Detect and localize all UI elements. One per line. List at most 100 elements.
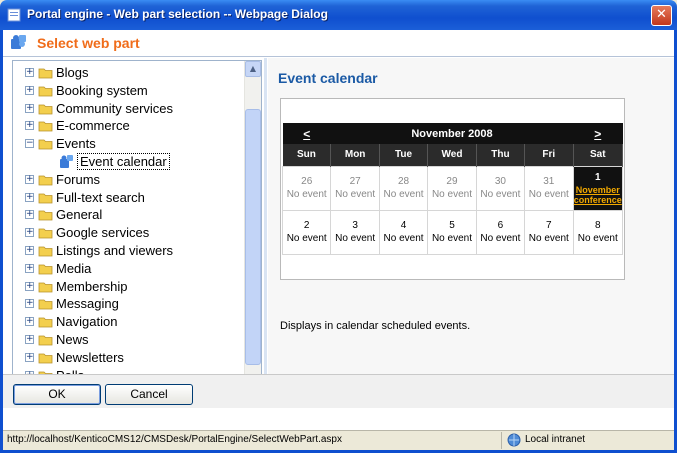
calendar-day-cell[interactable]: 4 No event	[378, 209, 429, 255]
day-number: 8	[594, 220, 601, 231]
calendar-day-cell[interactable]: 1 November conference	[572, 165, 624, 211]
expand-toggle-icon[interactable]: +	[25, 210, 34, 220]
tree-item-label[interactable]: Event calendar	[77, 153, 170, 170]
arrow-up-icon: ▲	[249, 64, 257, 73]
expand-toggle-icon[interactable]: +	[25, 85, 34, 95]
weekday-header: Fri	[524, 144, 574, 166]
preview-description: Displays in calendar scheduled events.	[280, 320, 471, 332]
close-icon[interactable]: ✕	[656, 7, 667, 22]
preview-title: Event calendar	[278, 70, 378, 86]
event-text: No event	[431, 233, 472, 244]
calendar-day-cell[interactable]: 31 No event	[524, 165, 574, 211]
day-number: 2	[303, 220, 310, 231]
tree-item-label[interactable]: Google services	[56, 225, 149, 240]
calendar-day-cell[interactable]: 29 No event	[427, 165, 477, 211]
close-button[interactable]: ✕	[651, 5, 672, 26]
tree-item-label[interactable]: Membership	[56, 279, 128, 294]
calendar-day-cell[interactable]: 2 No event	[281, 209, 332, 255]
tree-item-label[interactable]: E-commerce	[56, 118, 130, 133]
event-text: No event	[335, 233, 376, 244]
ok-button[interactable]: OK	[13, 384, 101, 405]
weekday-header: Sun	[282, 144, 332, 166]
tree-item-label[interactable]: News	[56, 332, 89, 347]
cancel-button[interactable]: Cancel	[105, 384, 193, 405]
folder-icon	[38, 210, 53, 221]
day-number: 28	[397, 176, 410, 187]
folder-icon	[38, 317, 53, 328]
calendar-day-cell[interactable]: 28 No event	[378, 165, 429, 211]
calendar-month-title: November 2008	[330, 123, 574, 144]
tree-item-label[interactable]: Newsletters	[56, 350, 124, 365]
tree-scrollbar[interactable]: ▲ ▼	[244, 61, 261, 401]
prev-month-link[interactable]: <	[282, 123, 331, 144]
next-month-link[interactable]: >	[573, 123, 623, 144]
globe-icon	[507, 433, 521, 447]
tree-item-label[interactable]: Blogs	[56, 65, 89, 80]
expand-toggle-icon[interactable]: +	[25, 103, 34, 113]
event-link[interactable]: November conference	[574, 185, 622, 205]
expand-toggle-icon[interactable]: +	[25, 352, 34, 362]
ie-page-icon	[7, 8, 21, 22]
expand-toggle-icon[interactable]: +	[25, 174, 34, 184]
expand-toggle-icon[interactable]: +	[25, 281, 34, 291]
folder-icon	[38, 228, 53, 239]
calendar-month-row: < November 2008 >	[282, 123, 623, 144]
calendar-week-row: 26 No event 27 No event 28 No event 29 No event…	[281, 165, 624, 211]
event-text: No event	[528, 189, 569, 200]
page-title: Select web part	[37, 35, 140, 51]
tree-item-label[interactable]: General	[56, 207, 102, 222]
expand-toggle-icon[interactable]: +	[25, 335, 34, 344]
expand-toggle-icon[interactable]: −	[25, 139, 34, 149]
day-number: 6	[497, 220, 504, 231]
folder-icon	[38, 139, 53, 150]
puzzle-icon	[11, 35, 26, 49]
calendar-day-cell[interactable]: 7 No event	[524, 209, 574, 255]
window-titlebar: Portal engine - Web part selection -- We…	[0, 0, 677, 30]
expand-toggle-icon[interactable]: +	[25, 228, 34, 238]
folder-icon	[38, 193, 53, 203]
calendar-day-cell[interactable]: 6 No event	[475, 209, 526, 255]
calendar-day-cell[interactable]: 8 No event	[572, 209, 624, 255]
calendar-day-cell[interactable]: 27 No event	[330, 165, 380, 211]
day-number: 26	[301, 176, 313, 187]
tree-item-label[interactable]: Messaging	[56, 296, 119, 311]
calendar-day-cell[interactable]: 26 No event	[281, 165, 332, 211]
event-text: No event	[577, 233, 618, 244]
web-part-icon	[60, 155, 73, 168]
event-text: No event	[383, 233, 424, 244]
scroll-thumb[interactable]	[245, 109, 261, 365]
folder-icon	[38, 175, 53, 186]
pane-splitter[interactable]	[264, 58, 267, 403]
calendar-day-cell[interactable]: 5 No event	[427, 209, 477, 255]
day-number: 31	[543, 176, 555, 187]
event-text: No event	[480, 233, 521, 244]
web-part-tree: + Blogs + Booking system + Community services…	[12, 60, 262, 402]
tree-item-label[interactable]: Navigation	[56, 314, 117, 329]
tree-item-label[interactable]: Community services	[56, 101, 173, 116]
weekday-header: Mon	[330, 144, 380, 166]
expand-toggle-icon[interactable]: +	[25, 68, 34, 77]
tree-item-label[interactable]: Booking system	[56, 83, 148, 98]
folder-icon	[38, 282, 53, 292]
calendar-day-cell[interactable]: 30 No event	[475, 165, 526, 211]
day-number: 5	[449, 220, 455, 231]
scroll-up-button[interactable]: ▲	[245, 61, 261, 77]
expand-toggle-icon[interactable]: +	[25, 299, 34, 309]
folder-icon	[38, 104, 53, 114]
calendar-week-row: 2 No event 3 No event 4 No event 5 No event 6 No …	[281, 209, 624, 255]
event-text: No event	[286, 189, 327, 200]
expand-toggle-icon[interactable]: +	[25, 317, 34, 327]
weekday-header: Wed	[427, 144, 477, 166]
tree-item-label[interactable]: Forums	[56, 172, 100, 187]
expand-toggle-icon[interactable]: +	[25, 263, 34, 273]
tree-item-label[interactable]: Full-text search	[56, 190, 145, 205]
dialog-frame: Select web part + Blogs + Booking system + Co…	[0, 30, 677, 453]
expand-toggle-icon[interactable]: +	[25, 121, 34, 131]
weekday-header: Tue	[379, 144, 429, 166]
tree-item-label[interactable]: Listings and viewers	[56, 243, 173, 258]
tree-item-label[interactable]: Media	[56, 261, 91, 276]
calendar-day-cell[interactable]: 3 No event	[330, 209, 380, 255]
expand-toggle-icon[interactable]: +	[25, 192, 34, 202]
expand-toggle-icon[interactable]: +	[25, 246, 34, 255]
tree-item-label[interactable]: Events	[56, 136, 96, 151]
